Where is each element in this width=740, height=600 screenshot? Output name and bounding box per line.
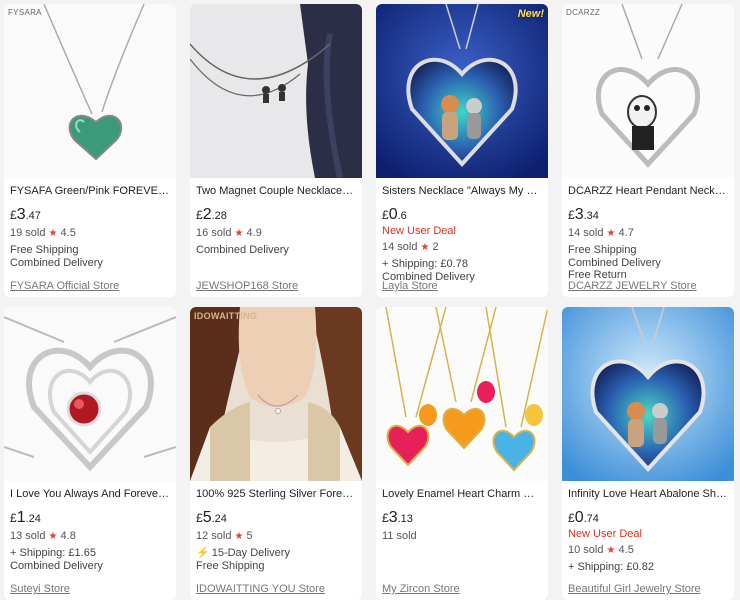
star-icon: ★ [234, 228, 244, 239]
product-title[interactable]: Two Magnet Couple Necklace Set ... [196, 184, 356, 199]
store-link[interactable]: IDOWAITTING YOU Store [196, 583, 325, 595]
product-image[interactable]: DCARZZ [562, 4, 734, 178]
star-icon: ★ [234, 531, 244, 542]
product-price: £0.6 [382, 206, 407, 223]
product-card[interactable]: I Love You Always And Forever Cry... £1.… [4, 307, 176, 600]
star-icon: ★ [48, 531, 58, 542]
star-icon: ★ [606, 228, 616, 239]
delivery-icon: ⚡ [196, 547, 210, 559]
store-link[interactable]: My Zircon Store [382, 583, 460, 595]
product-price: £1.24 [10, 509, 41, 526]
product-card[interactable]: Infinity Love Heart Abalone Shell Si... … [562, 307, 734, 600]
shipping-info: Free Shipping [196, 559, 265, 572]
sales-rating: 10 sold ★ 4.5 [568, 544, 634, 556]
product-card[interactable]: DCARZZ DCARZZ Heart Pendant Necklace I .… [562, 4, 734, 297]
store-link[interactable]: Suteyi Store [10, 583, 70, 595]
sales-count: 11 sold [382, 530, 417, 542]
product-price: £3.34 [568, 206, 599, 223]
deal-badge: New User Deal [568, 528, 642, 540]
product-card[interactable]: New! Sisters Necklace "Always My Sister … [376, 4, 548, 297]
product-price: £3.47 [10, 206, 41, 223]
brand-logo: DCARZZ [566, 8, 601, 17]
sales-rating: 14 sold ★ 2 [382, 241, 439, 253]
shipping-info: Free Shipping [568, 244, 637, 256]
product-card[interactable]: Two Magnet Couple Necklace Set ... £2.28… [190, 4, 362, 297]
star-icon: ★ [420, 242, 430, 253]
brand-logo: IDOWAITTING [194, 311, 258, 321]
delivery-info: Combined Delivery [568, 256, 661, 269]
brand-logo: FYSARA [8, 8, 42, 17]
sales-rating: 13 sold ★ 4.8 [10, 530, 76, 542]
product-title[interactable]: Infinity Love Heart Abalone Shell Si... [568, 487, 728, 502]
sales-rating: 19 sold ★ 4.5 [10, 227, 76, 239]
product-price: £2.28 [196, 206, 227, 223]
product-title[interactable]: Lovely Enamel Heart Charm Resin ... [382, 487, 542, 502]
product-card[interactable]: Lovely Enamel Heart Charm Resin ... £3.1… [376, 307, 548, 600]
store-link[interactable]: Beautiful Girl Jewelry Store [568, 583, 701, 595]
delivery-info: Combined Delivery [196, 244, 289, 256]
shipping-info: Free Shipping [10, 244, 79, 256]
product-price: £0.74 [568, 509, 599, 526]
delivery-info: Combined Delivery [10, 256, 103, 269]
store-link[interactable]: DCARZZ JEWELRY Store [568, 280, 697, 292]
sales-rating: 14 sold ★ 4.7 [568, 227, 634, 239]
deal-badge: New User Deal [382, 225, 456, 237]
product-image[interactable] [190, 4, 362, 178]
shipping-info: + Shipping: £1.65 [10, 547, 96, 559]
product-grid: FYSARA FYSAFA Green/Pink FOREVER LOVE...… [4, 4, 734, 600]
product-card[interactable]: IDOWAITTING 100% 925 Sterling Silver For… [190, 307, 362, 600]
product-image[interactable]: New! [376, 4, 548, 178]
store-link[interactable]: Layla Store [382, 280, 438, 292]
product-title[interactable]: FYSAFA Green/Pink FOREVER LOVE... [10, 184, 170, 199]
shipping-info: + Shipping: £0.82 [568, 561, 654, 573]
star-icon: ★ [48, 228, 58, 239]
product-title[interactable]: Sisters Necklace "Always My Sister ... [382, 184, 542, 199]
shipping-info: + Shipping: £0.78 [382, 258, 468, 270]
store-link[interactable]: FYSARA Official Store [10, 280, 119, 292]
product-card[interactable]: FYSARA FYSAFA Green/Pink FOREVER LOVE...… [4, 4, 176, 297]
product-title[interactable]: DCARZZ Heart Pendant Necklace I ... [568, 184, 728, 199]
delivery-info: Combined Delivery [10, 559, 103, 572]
product-price: £5.24 [196, 509, 227, 526]
product-title[interactable]: I Love You Always And Forever Cry... [10, 487, 170, 502]
product-image[interactable]: FYSARA [4, 4, 176, 178]
delivery-info: ⚡ 15-Day Delivery [196, 547, 290, 559]
product-image[interactable]: IDOWAITTING [190, 307, 362, 481]
product-image[interactable] [4, 307, 176, 481]
new-badge: New! [517, 8, 544, 20]
store-link[interactable]: JEWSHOP168 Store [196, 280, 298, 292]
product-title[interactable]: 100% 925 Sterling Silver Forever L... [196, 487, 356, 502]
product-image[interactable] [562, 307, 734, 481]
product-price: £3.13 [382, 509, 413, 526]
sales-rating: 16 sold ★ 4.9 [196, 227, 262, 239]
sales-rating: 12 sold ★ 5 [196, 530, 253, 542]
product-image[interactable] [376, 307, 548, 481]
star-icon: ★ [606, 545, 616, 556]
